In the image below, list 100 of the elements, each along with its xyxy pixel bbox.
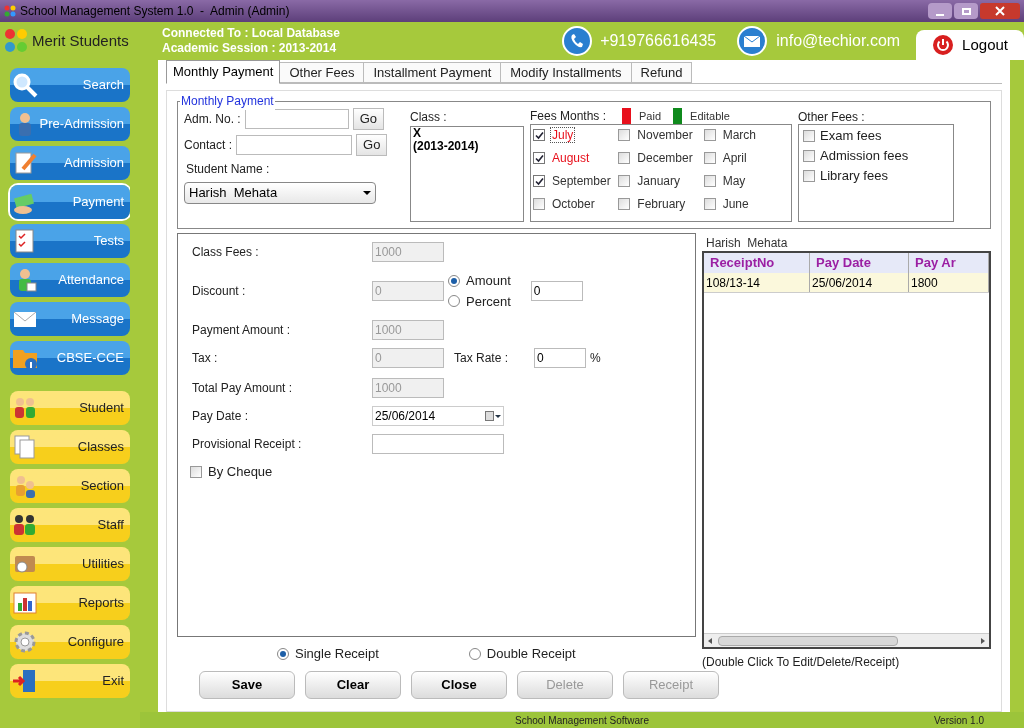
input-field[interactable] — [236, 135, 353, 155]
checkbox[interactable] — [703, 175, 716, 187]
sidebar-item[interactable]: Tests — [10, 224, 130, 258]
checkbox[interactable] — [803, 130, 815, 142]
checkbox-label[interactable]: Exam fees — [820, 126, 882, 146]
maximize-button[interactable] — [954, 3, 978, 19]
checkbox[interactable] — [803, 150, 815, 162]
checkbox-label[interactable]: Library fees — [820, 166, 888, 186]
tab[interactable]: Monthly Payment — [166, 60, 281, 84]
month-label[interactable]: September — [550, 174, 613, 188]
input-field[interactable]: 0 — [534, 348, 586, 368]
tab[interactable]: Refund — [631, 62, 693, 83]
phone-icon — [562, 26, 593, 56]
legend-label: Paid — [639, 108, 662, 124]
input-field[interactable]: 0 — [530, 281, 583, 301]
sidebar-item[interactable]: Pre-Admission — [10, 107, 130, 141]
date-picker[interactable]: 25/06/2014 — [372, 406, 504, 426]
class-list[interactable]: X (2013-2014) — [410, 126, 524, 222]
field-label: Total Pay Amount : — [192, 380, 294, 397]
month-label[interactable]: May — [720, 174, 748, 188]
logout-button[interactable]: Logout — [916, 30, 1024, 60]
field-label: Provisional Receipt : — [192, 436, 303, 453]
checkbox[interactable] — [703, 129, 716, 141]
sidebar-item[interactable]: Section — [10, 469, 130, 503]
window-title: School Management System 1.0 - Admin (Admin) — [20, 3, 290, 20]
bar-chart-icon — [11, 589, 39, 617]
go-button[interactable]: Go — [356, 134, 388, 156]
radio-button[interactable] — [448, 274, 460, 287]
month-label[interactable]: February — [635, 197, 688, 211]
sidebar-item[interactable]: Reports — [10, 586, 130, 620]
radio-button[interactable] — [448, 295, 460, 308]
checkbox[interactable] — [533, 129, 545, 141]
sidebar-item[interactable]: Search — [10, 68, 130, 102]
close-button[interactable] — [980, 3, 1020, 19]
month-label[interactable]: August — [550, 151, 592, 165]
power-icon — [932, 34, 955, 56]
logo-icon — [4, 28, 28, 54]
student-dropdown[interactable]: Harish Mehata — [184, 182, 376, 204]
month-label[interactable]: November — [635, 128, 695, 142]
month-label[interactable]: April — [720, 151, 749, 165]
minimize-button[interactable] — [928, 3, 952, 19]
action-button[interactable]: Close — [411, 671, 507, 699]
field-label: Class : — [410, 109, 448, 126]
checkbox[interactable] — [533, 152, 545, 164]
sidebar-item[interactable]: Staff — [10, 508, 130, 542]
radio-label[interactable]: Single Receipt — [295, 644, 379, 664]
sidebar-item[interactable]: Student — [10, 391, 130, 425]
input-field[interactable] — [244, 109, 349, 129]
checkbox[interactable] — [618, 198, 631, 210]
checkbox-label[interactable]: Admission fees — [820, 146, 909, 166]
go-button[interactable]: Go — [352, 108, 385, 130]
checkbox[interactable] — [618, 129, 631, 141]
tab[interactable]: Modify Installments — [501, 62, 632, 83]
checkbox[interactable] — [533, 175, 545, 187]
sidebar-item[interactable]: Admission — [10, 146, 130, 180]
tab[interactable]: Installment Payment — [364, 62, 502, 83]
radio-label[interactable]: Percent — [466, 291, 511, 311]
month-label[interactable]: March — [720, 128, 758, 142]
checkbox[interactable] — [533, 198, 545, 210]
month-label[interactable]: January — [635, 174, 683, 188]
month-label[interactable]: June — [720, 197, 751, 211]
app-icon — [4, 5, 16, 17]
connection-info: Connected To : Local Database — [162, 26, 340, 41]
envelope-icon — [736, 26, 769, 56]
radio-button[interactable] — [468, 648, 481, 660]
action-button[interactable]: Clear — [305, 671, 401, 699]
checkbox[interactable] — [703, 198, 716, 210]
radio-label[interactable]: Amount — [466, 271, 511, 291]
legend-label: Editable — [690, 108, 730, 124]
field-label: Tax Rate : — [454, 350, 510, 367]
sidebar-item[interactable]: Attendance — [10, 263, 130, 297]
radio-button[interactable] — [277, 648, 289, 660]
month-label[interactable]: July — [550, 127, 576, 143]
checkbox-label[interactable]: By Cheque — [208, 462, 273, 482]
checkbox[interactable] — [803, 170, 815, 182]
connection-info: Academic Session : 2013-2014 — [162, 41, 338, 56]
input-field[interactable] — [372, 434, 504, 454]
month-label[interactable]: October — [550, 197, 597, 211]
radio-label[interactable]: Double Receipt — [486, 644, 576, 664]
sidebar-item[interactable]: Payment — [10, 185, 130, 219]
status-text: School Management Software — [515, 713, 649, 728]
checkbox[interactable] — [618, 152, 631, 164]
horizontal-scrollbar[interactable] — [704, 633, 989, 647]
field-label: Tax : — [192, 350, 219, 367]
checkbox[interactable] — [618, 175, 631, 187]
sidebar-item[interactable]: Utilities — [10, 547, 130, 581]
checkbox[interactable] — [703, 152, 716, 164]
field-label: Adm. No. : — [184, 111, 241, 128]
sidebar-item[interactable]: Exit — [10, 664, 130, 698]
checkbox[interactable] — [190, 466, 202, 478]
sidebar-item[interactable]: Message — [10, 302, 130, 336]
table-cell: 25/06/2014 — [810, 273, 909, 292]
caret-icon — [495, 414, 501, 418]
sidebar-item[interactable]: Configure — [10, 625, 130, 659]
month-label[interactable]: December — [635, 151, 695, 165]
tab[interactable]: Other Fees — [280, 62, 365, 83]
field-label: Pay Date : — [192, 408, 250, 425]
search-icon — [11, 71, 39, 99]
action-button[interactable]: Save — [199, 671, 295, 699]
sidebar-item[interactable]: Classes — [10, 430, 130, 464]
